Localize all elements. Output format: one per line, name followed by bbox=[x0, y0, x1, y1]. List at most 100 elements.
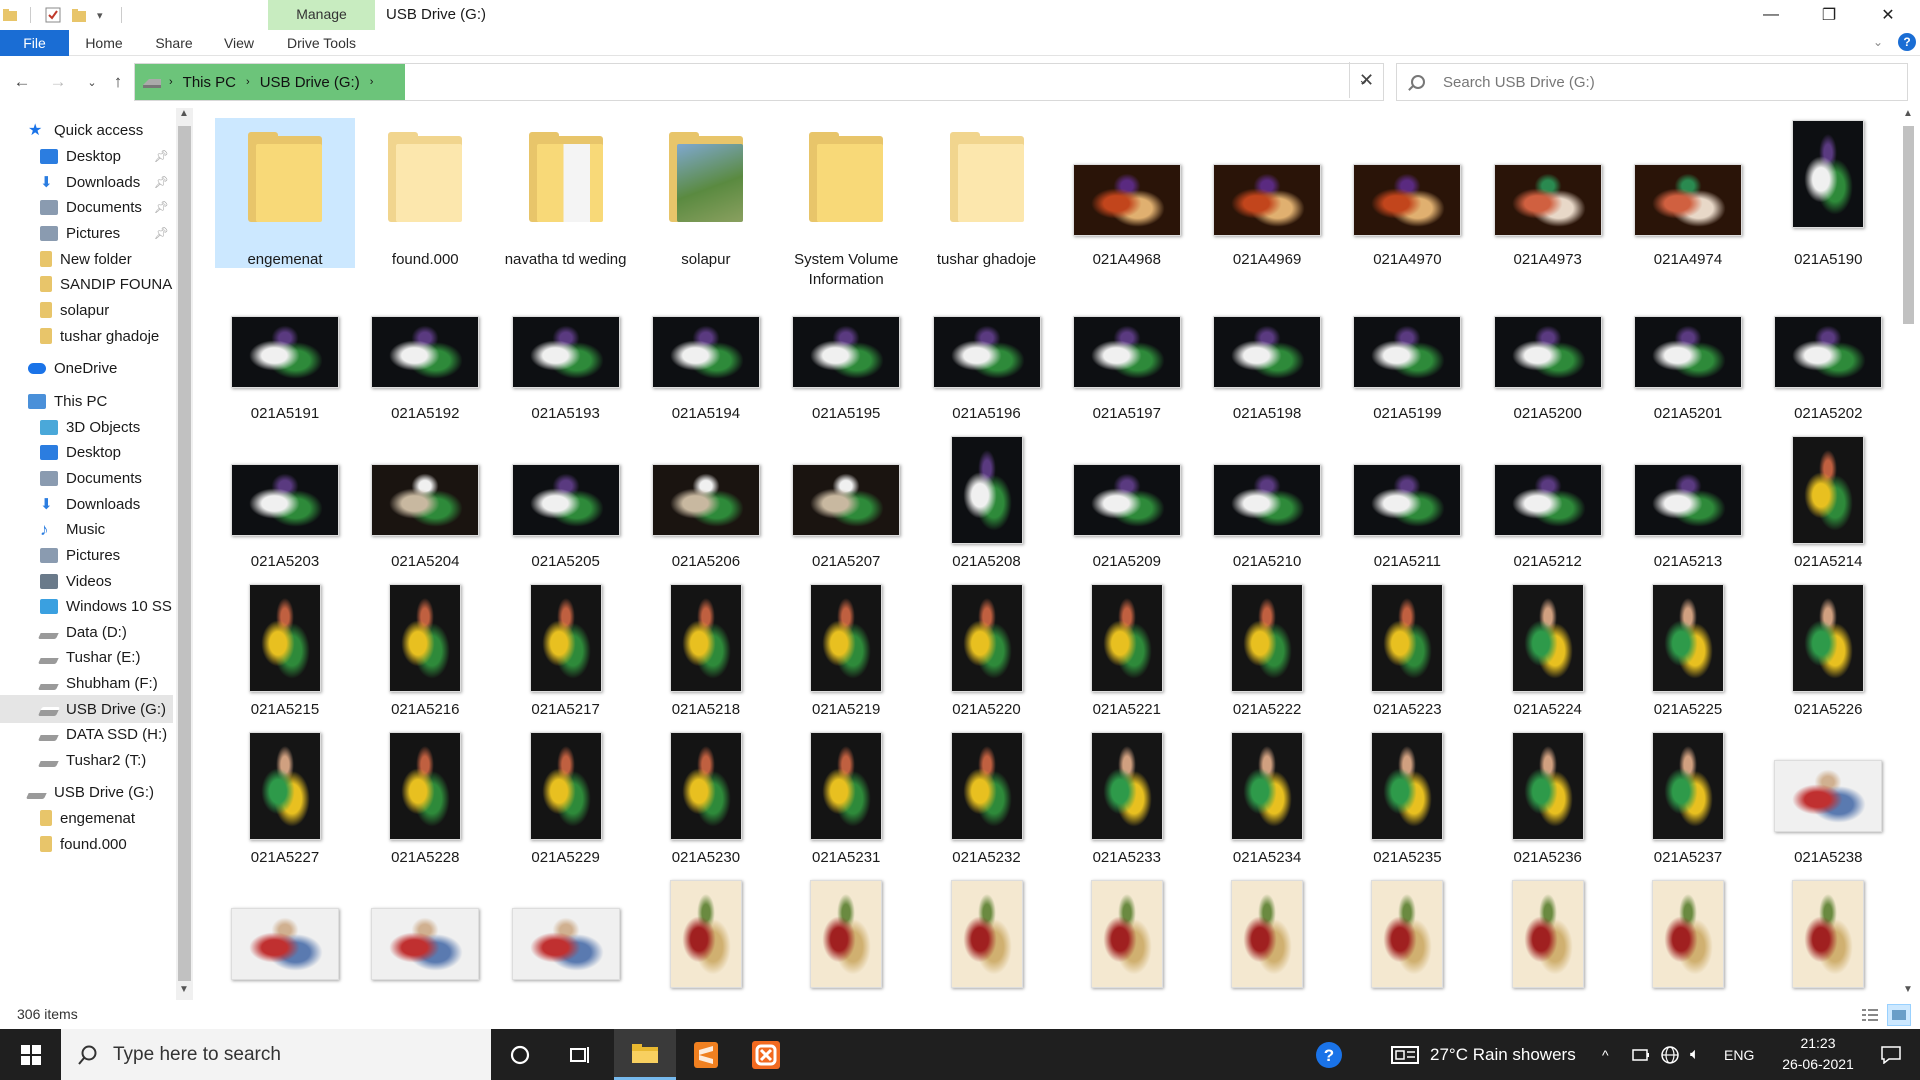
image-file-item[interactable]: 021A5205 bbox=[496, 434, 636, 584]
folder-item[interactable]: solapur bbox=[636, 118, 776, 268]
nav-item[interactable]: Tushar (E:) bbox=[0, 643, 173, 671]
file-explorer-taskbar-icon[interactable] bbox=[614, 1029, 676, 1080]
expand-ribbon-icon[interactable]: ⌄ bbox=[1873, 35, 1883, 49]
start-button[interactable] bbox=[0, 1029, 61, 1080]
task-view-icon[interactable] bbox=[550, 1029, 610, 1080]
nav-item[interactable]: ♪ Music bbox=[0, 515, 173, 543]
image-file-item[interactable]: 021A5201 bbox=[1618, 286, 1758, 436]
image-file-item[interactable]: 021A5230 bbox=[636, 730, 776, 880]
nav-item[interactable]: Documents bbox=[0, 464, 173, 492]
image-file-item[interactable]: 021A5190 bbox=[1758, 118, 1898, 268]
nav-item[interactable]: found.000 bbox=[0, 830, 173, 858]
image-file-item[interactable]: 021A5216 bbox=[355, 582, 495, 732]
nav-item[interactable]: OneDrive bbox=[0, 354, 173, 382]
nav-item[interactable]: SANDIP FOUNAI bbox=[0, 270, 173, 298]
image-file-item[interactable]: 021A5234 bbox=[1197, 730, 1337, 880]
nav-item[interactable]: Videos bbox=[0, 567, 173, 595]
image-file-item[interactable] bbox=[496, 878, 636, 1000]
help-icon[interactable]: ? bbox=[1898, 33, 1916, 51]
tab-file[interactable]: File bbox=[0, 30, 69, 56]
image-file-item[interactable]: 021A5211 bbox=[1337, 434, 1477, 584]
image-file-item[interactable]: 021A5206 bbox=[636, 434, 776, 584]
image-file-item[interactable]: 021A5227 bbox=[215, 730, 355, 880]
clear-address-icon[interactable]: ✕ bbox=[1349, 62, 1383, 98]
image-file-item[interactable]: 021A5215 bbox=[215, 582, 355, 732]
image-file-item[interactable]: 021A5209 bbox=[1057, 434, 1197, 584]
recent-locations-icon[interactable]: ⌄ bbox=[80, 70, 104, 94]
breadcrumb-usb-drive[interactable]: USB Drive (G:) bbox=[260, 74, 360, 91]
customize-qat-icon[interactable]: ▾ bbox=[97, 9, 103, 22]
details-view-icon[interactable] bbox=[1859, 1005, 1881, 1025]
image-file-item[interactable]: 021A5223 bbox=[1337, 582, 1477, 732]
content-scrollbar[interactable]: ▲ ▼ bbox=[1900, 108, 1917, 1000]
image-file-item[interactable] bbox=[1758, 878, 1898, 1000]
image-file-item[interactable]: 021A5218 bbox=[636, 582, 776, 732]
image-file-item[interactable]: 021A4969 bbox=[1197, 118, 1337, 268]
image-file-item[interactable] bbox=[1618, 878, 1758, 1000]
image-file-item[interactable]: 021A5191 bbox=[215, 286, 355, 436]
nav-item[interactable]: This PC bbox=[0, 387, 173, 415]
nav-item[interactable]: Windows 10 SSD bbox=[0, 592, 173, 620]
image-file-item[interactable] bbox=[917, 878, 1057, 1000]
nav-item[interactable]: Documents 📌︎ bbox=[0, 193, 173, 221]
nav-item[interactable]: USB Drive (G:) bbox=[0, 778, 173, 806]
image-file-item[interactable]: 021A5231 bbox=[776, 730, 916, 880]
image-file-item[interactable]: 021A5198 bbox=[1197, 286, 1337, 436]
image-file-item[interactable]: 021A5210 bbox=[1197, 434, 1337, 584]
address-bar[interactable]: › This PC › USB Drive (G:) › ⌄ bbox=[134, 63, 1384, 101]
folder-item[interactable]: found.000 bbox=[355, 118, 495, 268]
nav-item[interactable]: New folder bbox=[0, 245, 173, 273]
nav-item[interactable]: Pictures 📌︎ bbox=[0, 219, 173, 247]
nav-item[interactable]: tushar ghadoje bbox=[0, 322, 173, 350]
image-file-item[interactable]: 021A5236 bbox=[1478, 730, 1618, 880]
close-button[interactable]: ✕ bbox=[1858, 0, 1918, 30]
image-file-item[interactable]: 021A5203 bbox=[215, 434, 355, 584]
image-file-item[interactable]: 021A5221 bbox=[1057, 582, 1197, 732]
nav-item[interactable]: Tushar2 (T:) bbox=[0, 746, 173, 774]
clock[interactable]: 21:23 26-06-2021 bbox=[1770, 1033, 1866, 1075]
tab-view[interactable]: View bbox=[214, 30, 264, 56]
notifications-icon[interactable] bbox=[1866, 1029, 1916, 1080]
image-file-item[interactable]: 021A5220 bbox=[917, 582, 1057, 732]
tab-home[interactable]: Home bbox=[78, 30, 130, 56]
image-file-item[interactable]: 021A5237 bbox=[1618, 730, 1758, 880]
scroll-up-icon[interactable]: ▲ bbox=[1903, 108, 1913, 119]
image-file-item[interactable]: 021A5217 bbox=[496, 582, 636, 732]
nav-scroll-thumb[interactable] bbox=[178, 126, 191, 981]
image-file-item[interactable]: 021A5233 bbox=[1057, 730, 1197, 880]
new-folder-icon[interactable] bbox=[71, 7, 87, 23]
image-file-item[interactable]: 021A5197 bbox=[1057, 286, 1197, 436]
forward-icon[interactable]: → bbox=[46, 70, 70, 94]
image-file-item[interactable]: 021A5222 bbox=[1197, 582, 1337, 732]
image-file-item[interactable]: 021A5199 bbox=[1337, 286, 1477, 436]
image-file-item[interactable]: 021A5219 bbox=[776, 582, 916, 732]
image-file-item[interactable]: 021A4968 bbox=[1057, 118, 1197, 268]
battery-icon[interactable] bbox=[1632, 1029, 1650, 1080]
nav-item[interactable]: Desktop bbox=[0, 438, 173, 466]
content-scroll-thumb[interactable] bbox=[1903, 126, 1914, 324]
nav-item[interactable]: 3D Objects bbox=[0, 413, 173, 441]
folder-item[interactable]: tushar ghadoje bbox=[917, 118, 1057, 268]
image-file-item[interactable] bbox=[636, 878, 776, 1000]
xampp-icon[interactable] bbox=[736, 1029, 796, 1080]
image-file-item[interactable] bbox=[1478, 878, 1618, 1000]
folder-item[interactable]: navatha td weding bbox=[496, 118, 636, 268]
image-file-item[interactable] bbox=[1197, 878, 1337, 1000]
sublime-text-icon[interactable] bbox=[676, 1029, 736, 1080]
tab-drive-tools[interactable]: Drive Tools bbox=[279, 30, 364, 56]
image-file-item[interactable]: 021A5226 bbox=[1758, 582, 1898, 732]
image-file-item[interactable]: 021A5202 bbox=[1758, 286, 1898, 436]
weather-widget[interactable]: 27°C Rain showers bbox=[1390, 1029, 1576, 1080]
nav-item[interactable]: Desktop 📌︎ bbox=[0, 142, 173, 170]
nav-item[interactable]: Pictures bbox=[0, 541, 173, 569]
show-hidden-icons-icon[interactable]: ^ bbox=[1602, 1029, 1609, 1080]
image-file-item[interactable]: 021A5224 bbox=[1478, 582, 1618, 732]
image-file-item[interactable]: 021A5213 bbox=[1618, 434, 1758, 584]
nav-item[interactable]: ⬇ Downloads 📌︎ bbox=[0, 168, 173, 196]
image-file-item[interactable]: 021A5214 bbox=[1758, 434, 1898, 584]
folder-item[interactable]: System Volume Information bbox=[776, 118, 916, 288]
breadcrumb-chevron-icon[interactable]: › bbox=[370, 76, 374, 88]
scroll-down-icon[interactable]: ▼ bbox=[1903, 984, 1913, 995]
back-icon[interactable]: ← bbox=[10, 70, 34, 94]
volume-icon[interactable]: 🔈︎ bbox=[1690, 1029, 1700, 1080]
